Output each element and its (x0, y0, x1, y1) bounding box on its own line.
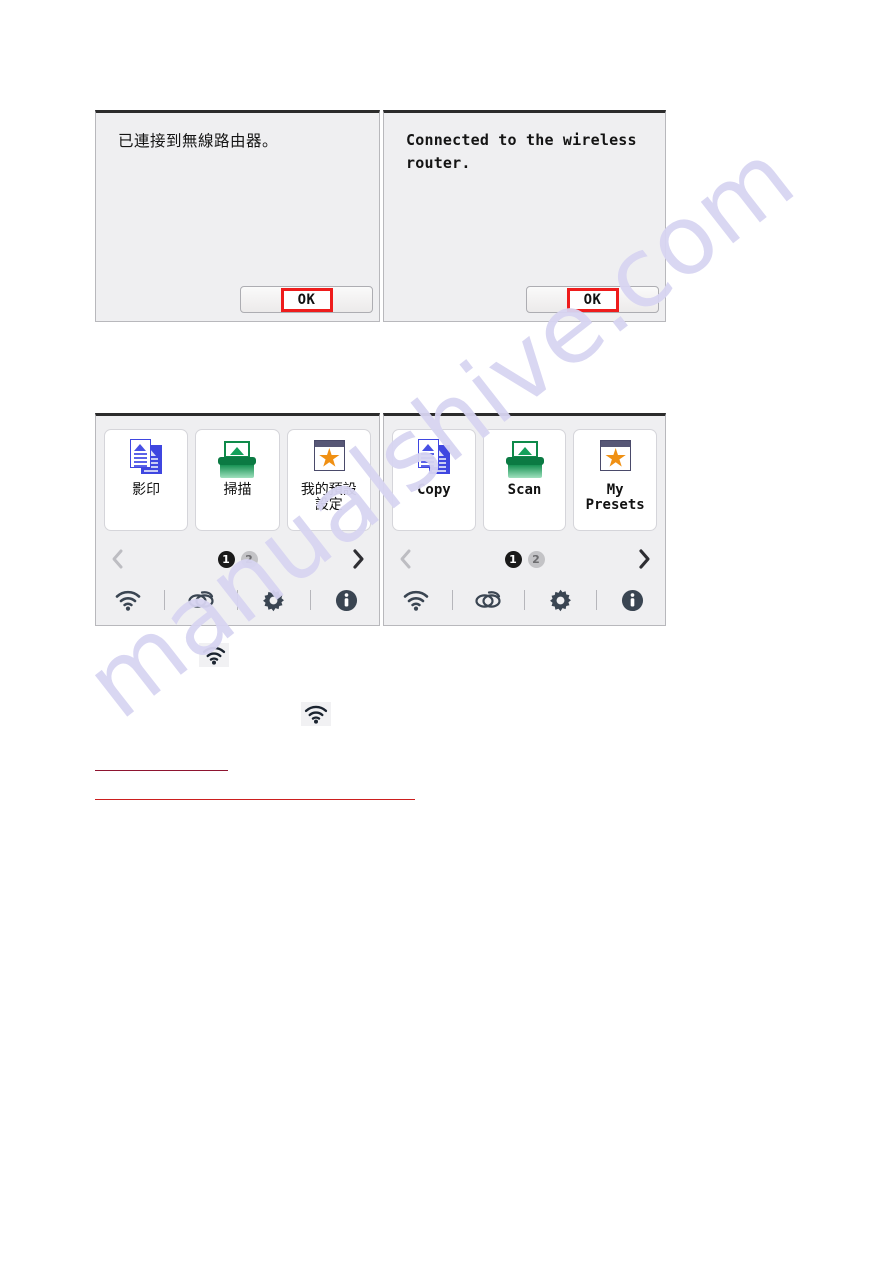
status-divider (236, 590, 238, 610)
dialog-message: 已連接到無線路由器。 (118, 132, 279, 150)
page-dot-1[interactable]: 1 (217, 550, 235, 568)
chevron-right-icon[interactable] (631, 546, 657, 572)
status-bar (390, 581, 659, 619)
scan-icon (504, 436, 546, 482)
info-icon[interactable] (329, 585, 363, 615)
ok-button[interactable]: OK (240, 286, 373, 313)
link-underline[interactable] (95, 799, 415, 800)
wifi-icon (301, 702, 331, 726)
link-underline-visited[interactable] (95, 770, 228, 771)
dialog-panel-chinese: 已連接到無線路由器。 OK (95, 110, 380, 322)
tile-copy[interactable]: Copy (392, 429, 476, 531)
status-divider (451, 590, 453, 610)
status-divider (523, 590, 525, 610)
status-divider (309, 590, 311, 610)
wireless-direct-icon[interactable] (184, 585, 218, 615)
tile-scan[interactable]: 掃描 (195, 429, 280, 531)
tile-label: Copy (416, 482, 451, 498)
status-divider (596, 590, 598, 610)
tile-label: Scan (507, 482, 542, 498)
wifi-icon (199, 643, 229, 667)
my-presets-icon (308, 436, 350, 482)
tile-my-presets[interactable]: 我的預設 設定 (286, 429, 371, 531)
scan-icon (216, 436, 258, 482)
pager: 1 2 (392, 543, 657, 575)
tile-label: 影印 (132, 482, 161, 498)
ok-button-label: OK (583, 291, 602, 308)
ok-button[interactable]: OK (526, 286, 659, 313)
dialog-panel-english: Connected to the wireless router. OK (383, 110, 666, 322)
chevron-left-icon[interactable] (104, 546, 130, 572)
wifi-icon[interactable] (399, 585, 433, 615)
status-bar (102, 581, 373, 619)
tile-label: 我的預設 設定 (300, 482, 357, 514)
page-dots: 1 2 (217, 550, 258, 568)
tile-row: 影印 掃描 我的預設 設定 (104, 429, 371, 531)
page-dots: 1 2 (504, 550, 545, 568)
wireless-direct-icon[interactable] (471, 585, 505, 615)
page-dot-2[interactable]: 2 (240, 550, 258, 568)
home-screen-panel-english: Copy Scan My Presets 1 2 (383, 413, 666, 626)
my-presets-icon (594, 436, 636, 482)
status-divider (164, 590, 166, 610)
copy-icon (125, 436, 167, 482)
tile-my-presets[interactable]: My Presets (573, 429, 658, 531)
ok-highlight-box: OK (280, 287, 333, 312)
page-dot-1[interactable]: 1 (504, 550, 522, 568)
copy-icon (413, 436, 455, 482)
wifi-icon[interactable] (111, 585, 145, 615)
page-dot-2[interactable]: 2 (527, 550, 545, 568)
info-icon[interactable] (616, 585, 650, 615)
ok-button-label: OK (297, 291, 316, 308)
tile-label: My Presets (585, 482, 645, 514)
home-screen-panel-chinese: 影印 掃描 我的預設 設定 1 2 (95, 413, 380, 626)
tile-row: Copy Scan My Presets (392, 429, 658, 531)
pager: 1 2 (104, 543, 371, 575)
chevron-right-icon[interactable] (345, 546, 371, 572)
dialog-message: Connected to the wireless router. (406, 131, 637, 173)
gear-icon[interactable] (257, 585, 291, 615)
tile-label: 掃描 (223, 482, 252, 498)
chevron-left-icon[interactable] (392, 546, 418, 572)
gear-icon[interactable] (544, 585, 578, 615)
tile-scan[interactable]: Scan (482, 429, 567, 531)
ok-highlight-box: OK (566, 287, 619, 312)
tile-copy[interactable]: 影印 (104, 429, 189, 531)
